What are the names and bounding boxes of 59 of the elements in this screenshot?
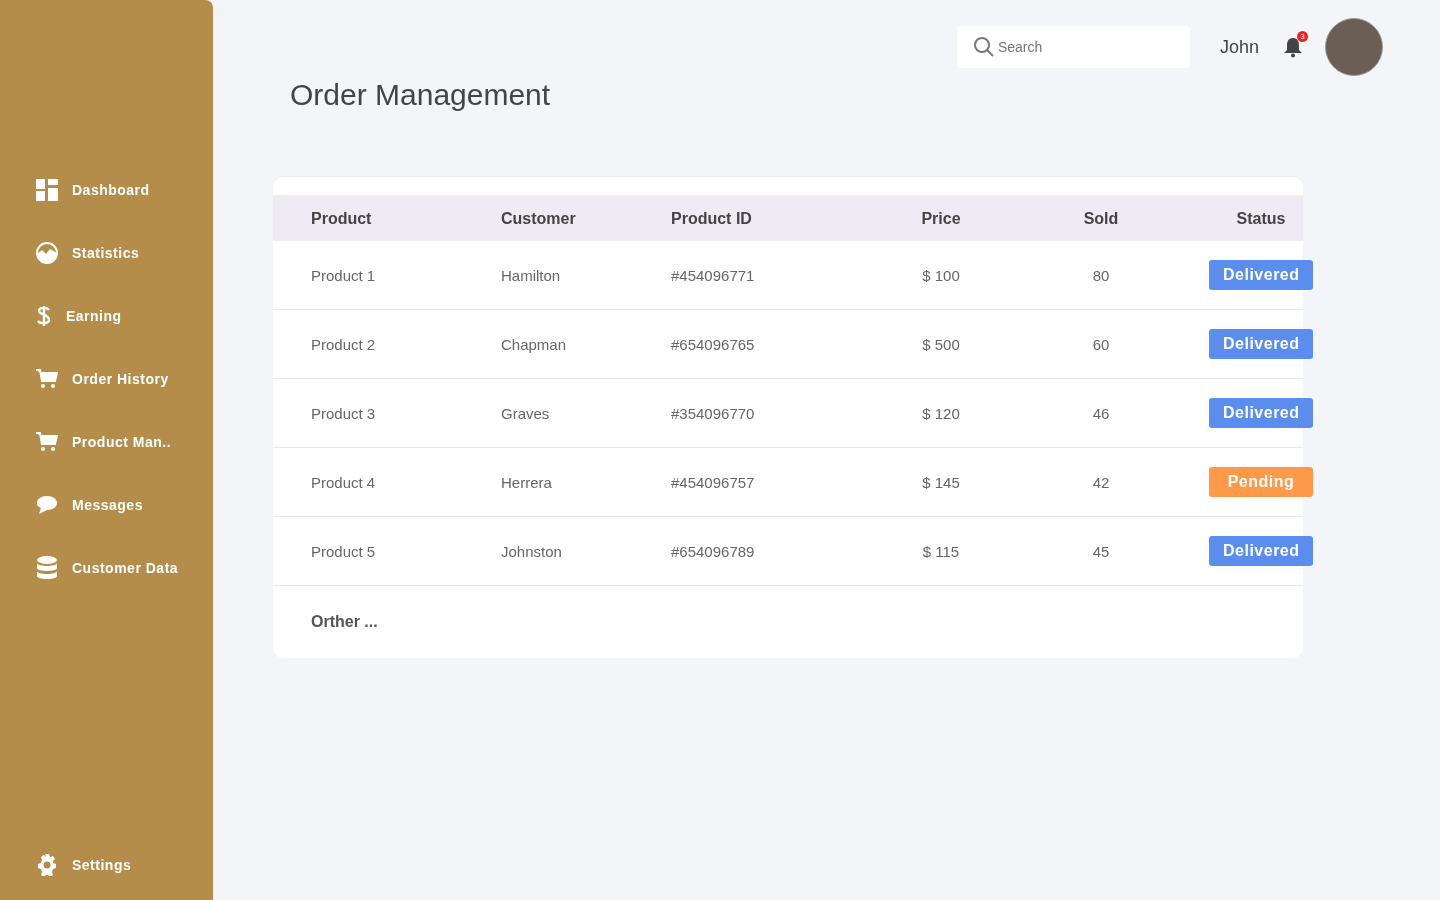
- sidebar-item[interactable]: Customer Data: [0, 546, 213, 589]
- table-cell-text: Hamilton: [501, 266, 562, 284]
- chart-circle-icon: [36, 241, 58, 264]
- column-header: Product ID: [671, 210, 753, 228]
- sidebar-item[interactable]: Statistics: [0, 231, 213, 274]
- column-header: Sold: [1082, 210, 1120, 228]
- table-cell-text: Product 2: [311, 335, 377, 353]
- column-header: Price: [920, 210, 962, 228]
- status-badge: Pending: [1209, 467, 1313, 497]
- cart-icon: [36, 368, 58, 389]
- table-cell-text: 46: [1091, 404, 1111, 422]
- table-cell-text: #354096770: [671, 404, 756, 422]
- dashboard-icon: [36, 178, 58, 201]
- table-cell-text: #654096765: [671, 335, 756, 353]
- table-cell-text: 45: [1091, 542, 1111, 560]
- table-cell-text: 80: [1091, 266, 1111, 284]
- database-icon: [36, 555, 58, 580]
- page-title: Order Management: [290, 78, 552, 112]
- dollar-icon: [36, 304, 52, 327]
- table-cell-text: $ 100: [921, 266, 961, 284]
- table-cell-text: Johnston: [501, 542, 563, 560]
- table-cell-text: $ 115: [921, 542, 961, 560]
- table-cell-text: Product 4: [311, 473, 377, 491]
- column-header: Customer: [501, 210, 577, 228]
- table-cell-text: #454096771: [671, 266, 756, 284]
- user-name: John: [1219, 36, 1259, 58]
- cart-icon: [36, 431, 58, 452]
- table-cell-text: Graves: [501, 404, 551, 422]
- sidebar-item[interactable]: Order History: [0, 357, 213, 400]
- table-cell-text: 42: [1091, 473, 1111, 491]
- column-header: Status: [1235, 210, 1287, 228]
- sidebar-item[interactable]: Earning: [0, 294, 213, 337]
- status-badge: Delivered: [1209, 260, 1313, 290]
- sidebar-item[interactable]: Product Man..: [0, 420, 213, 463]
- status-badge: Delivered: [1209, 536, 1313, 566]
- notification-badge: 3: [1297, 31, 1308, 42]
- table-cell-text: $ 120: [921, 404, 961, 422]
- table-cell-text: Chapman: [501, 335, 568, 353]
- status-badge: Delivered: [1209, 329, 1313, 359]
- table-cell-text: 60: [1091, 335, 1111, 353]
- search-field[interactable]: Search: [956, 26, 1190, 68]
- sidebar-item[interactable]: Messages: [0, 483, 213, 526]
- table-cell-text: Herrera: [501, 473, 553, 491]
- table-cell-text: Product 1: [311, 266, 377, 284]
- table-cell-text: $ 145: [921, 473, 961, 491]
- table-cell-text: #654096789: [671, 542, 756, 560]
- bell-icon[interactable]: [1283, 36, 1303, 58]
- sidebar-item[interactable]: Dashboard: [0, 168, 213, 211]
- settings-item[interactable]: Settings: [0, 843, 213, 886]
- gear-icon: [36, 853, 58, 876]
- chat-bubble-icon: [36, 494, 58, 515]
- column-header: Product: [311, 210, 373, 228]
- status-badge: Delivered: [1209, 398, 1313, 428]
- table-cell-text: #454096757: [671, 473, 756, 491]
- more-link[interactable]: Orther ...: [311, 613, 378, 631]
- table-cell-text: $ 500: [921, 335, 961, 353]
- search-icon: [972, 36, 995, 58]
- table-cell-text: Product 3: [311, 404, 377, 422]
- table-cell-text: Product 5: [311, 542, 377, 560]
